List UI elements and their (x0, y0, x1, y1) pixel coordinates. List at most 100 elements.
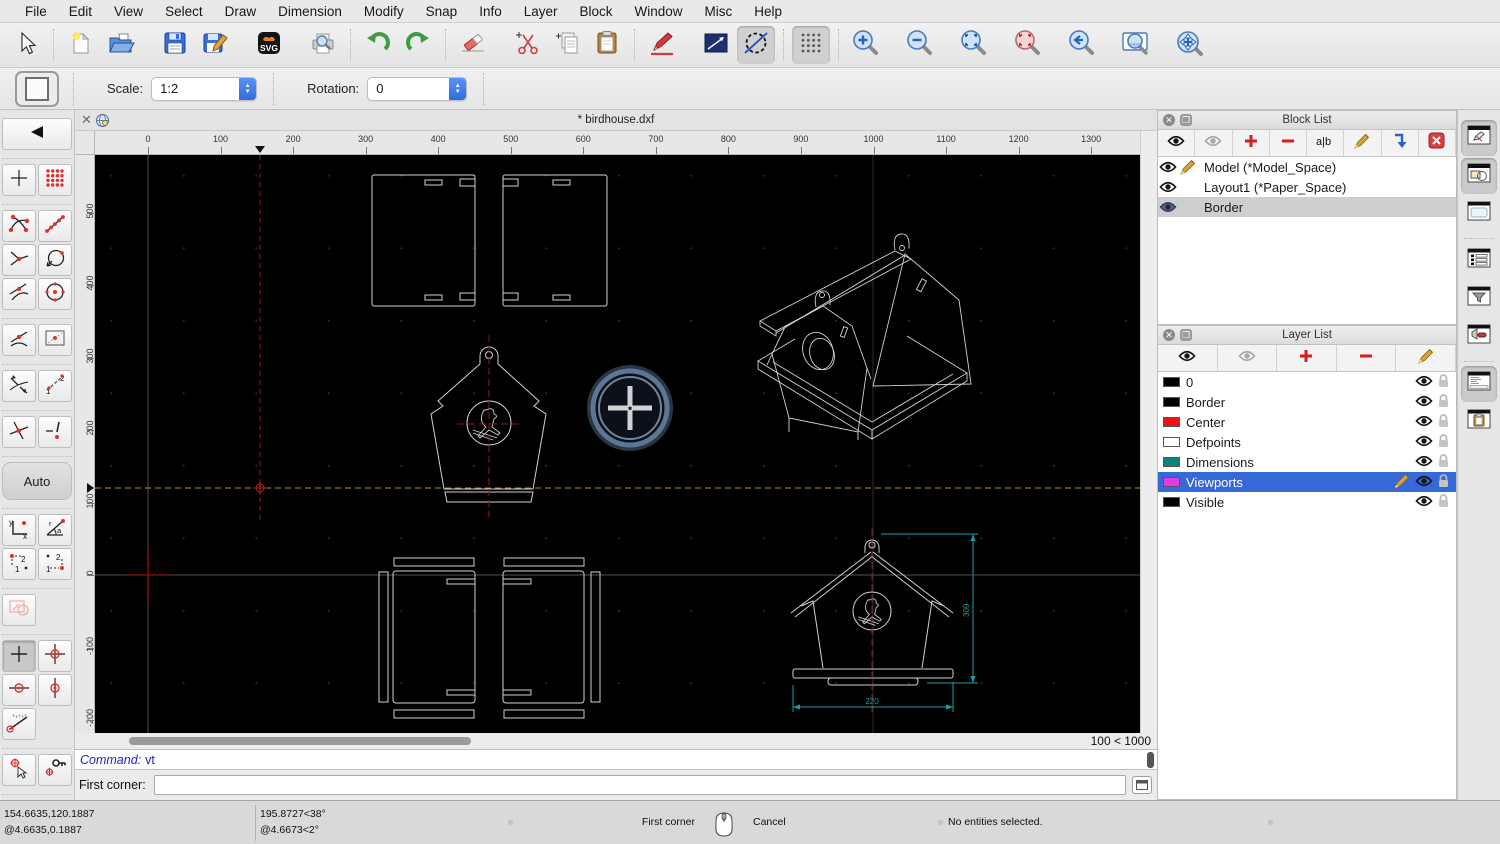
block-rename-ab-button[interactable]: a|b (1307, 130, 1344, 156)
paper-space-button[interactable] (15, 71, 59, 107)
snap-snap-excl-button[interactable] (38, 416, 72, 448)
snap-cross-circle-button[interactable] (38, 640, 72, 672)
snap-key-target-button[interactable] (38, 754, 72, 786)
copy-button[interactable] (548, 26, 586, 64)
win-filter-button[interactable] (1461, 281, 1497, 317)
zoom-auto-button[interactable] (955, 26, 993, 64)
snap-ref-12b-button[interactable]: 12 (38, 548, 72, 580)
snap-coord-xy-button[interactable]: yx (2, 514, 36, 546)
block-eye-button[interactable] (1158, 130, 1195, 156)
snap-snap-distance-button[interactable] (38, 324, 72, 356)
layer-plus-button[interactable] (1277, 345, 1337, 371)
drawing-canvas[interactable]: 309 220 (95, 155, 1140, 733)
lock-icon[interactable] (1437, 433, 1450, 451)
keyboard-toggle-button[interactable] (1132, 776, 1152, 794)
layer-eye-muted-button[interactable] (1218, 345, 1278, 371)
zoom-out-button[interactable] (901, 26, 939, 64)
snap-angle-gauge-button[interactable] (2, 708, 36, 740)
cut-button[interactable] (508, 26, 546, 64)
snap-snap-12-button[interactable]: 12 (38, 370, 72, 402)
eye-icon[interactable] (1415, 435, 1433, 450)
block-minus-button[interactable] (1270, 130, 1307, 156)
menu-layer[interactable]: Layer (513, 0, 569, 23)
eye-icon[interactable] (1415, 375, 1433, 390)
snap-snap-endpoint-button[interactable] (2, 210, 36, 242)
stepper-icon[interactable]: ▲▼ (449, 77, 466, 101)
lock-icon[interactable] (1437, 453, 1450, 471)
snap-cross-h-button[interactable] (2, 674, 36, 706)
snap-restrict-ortho-button[interactable] (2, 370, 36, 402)
close-panel-icon[interactable]: ✕ (1163, 329, 1175, 341)
eye-icon[interactable] (1415, 475, 1433, 490)
menu-info[interactable]: Info (468, 0, 513, 23)
block-eye-muted-button[interactable] (1195, 130, 1232, 156)
win-shapes-button[interactable] (1461, 158, 1497, 194)
command-scrollbar[interactable] (1147, 752, 1154, 768)
menu-dimension[interactable]: Dimension (267, 0, 353, 23)
sel-arrow-button[interactable] (7, 26, 45, 64)
eye-icon[interactable] (1158, 181, 1178, 193)
snap-snap-x-button[interactable] (2, 416, 36, 448)
layer-row[interactable]: Visible (1158, 492, 1456, 512)
lock-icon[interactable] (1437, 473, 1450, 491)
eye-icon[interactable] (1415, 455, 1433, 470)
snap-snap-center-button[interactable] (38, 278, 72, 310)
snap-coord-polar-button[interactable]: ra (38, 514, 72, 546)
layer-row[interactable]: Center (1158, 412, 1456, 432)
menu-modify[interactable]: Modify (353, 0, 415, 23)
hscroll-thumb[interactable] (129, 737, 471, 745)
command-input[interactable] (154, 775, 1126, 795)
lock-icon[interactable] (1437, 373, 1450, 391)
stepper-icon[interactable]: ▲▼ (239, 77, 256, 101)
menu-help[interactable]: Help (743, 0, 793, 23)
snap-back-arrow-button[interactable] (2, 118, 72, 150)
paste-button[interactable] (588, 26, 626, 64)
menu-window[interactable]: Window (624, 0, 694, 23)
snap-snap-free-button[interactable] (2, 164, 36, 196)
menu-file[interactable]: File (14, 0, 58, 23)
open-folder-button[interactable] (102, 26, 140, 64)
menu-edit[interactable]: Edit (58, 0, 103, 23)
rotation-select[interactable]: 0 ▲▼ (367, 77, 467, 101)
redo-button[interactable] (399, 26, 437, 64)
layer-row[interactable]: Viewports (1158, 472, 1456, 492)
snap-cross-v-button[interactable] (38, 674, 72, 706)
snap-snap-tangent-button[interactable] (2, 278, 36, 310)
layer-row[interactable]: Defpoints (1158, 432, 1456, 452)
scale-select[interactable]: 1:2 ▲▼ (151, 77, 257, 101)
menu-select[interactable]: Select (154, 0, 214, 23)
undo-button[interactable] (359, 26, 397, 64)
win-clip-button[interactable] (1461, 404, 1497, 440)
snap-cross-plus-button[interactable] (2, 640, 36, 672)
new-file-button[interactable] (62, 26, 100, 64)
command-line[interactable]: Command: vt (75, 749, 1157, 770)
save-button[interactable] (156, 26, 194, 64)
snap-auto-button[interactable]: Auto (2, 462, 72, 500)
eye-icon[interactable] (1415, 395, 1433, 410)
block-delete-x-button[interactable] (1419, 130, 1456, 156)
grid-toggle-button[interactable] (792, 26, 830, 64)
layer-eye-button[interactable] (1158, 345, 1218, 371)
circle-diagonal-button[interactable] (737, 26, 775, 64)
layer-minus-button[interactable] (1337, 345, 1397, 371)
block-row[interactable]: Layout1 (*Paper_Space) (1158, 177, 1456, 197)
zoom-prev-button[interactable] (1063, 26, 1101, 64)
menu-draw[interactable]: Draw (214, 0, 268, 23)
zoom-in-button[interactable] (847, 26, 885, 64)
block-pencil-button[interactable] (1344, 130, 1381, 156)
eye-icon[interactable] (1415, 495, 1433, 510)
save-as-button[interactable] (196, 26, 234, 64)
zoom-pan-button[interactable] (1171, 26, 1209, 64)
layer-row[interactable]: Dimensions (1158, 452, 1456, 472)
pen-button[interactable] (643, 26, 681, 64)
snap-snap-center-arc-button[interactable] (38, 244, 72, 276)
snap-snap-on-entity-button[interactable] (38, 210, 72, 242)
layer-row[interactable]: 0 (1158, 372, 1456, 392)
rect-diagonal-button[interactable] (697, 26, 735, 64)
lock-icon[interactable] (1437, 413, 1450, 431)
win-list-button[interactable] (1461, 243, 1497, 279)
block-row[interactable]: Border (1158, 197, 1456, 217)
vertical-scrollbar[interactable] (1140, 131, 1156, 733)
layer-row[interactable]: Border (1158, 392, 1456, 412)
win-pen-button[interactable] (1461, 120, 1497, 156)
